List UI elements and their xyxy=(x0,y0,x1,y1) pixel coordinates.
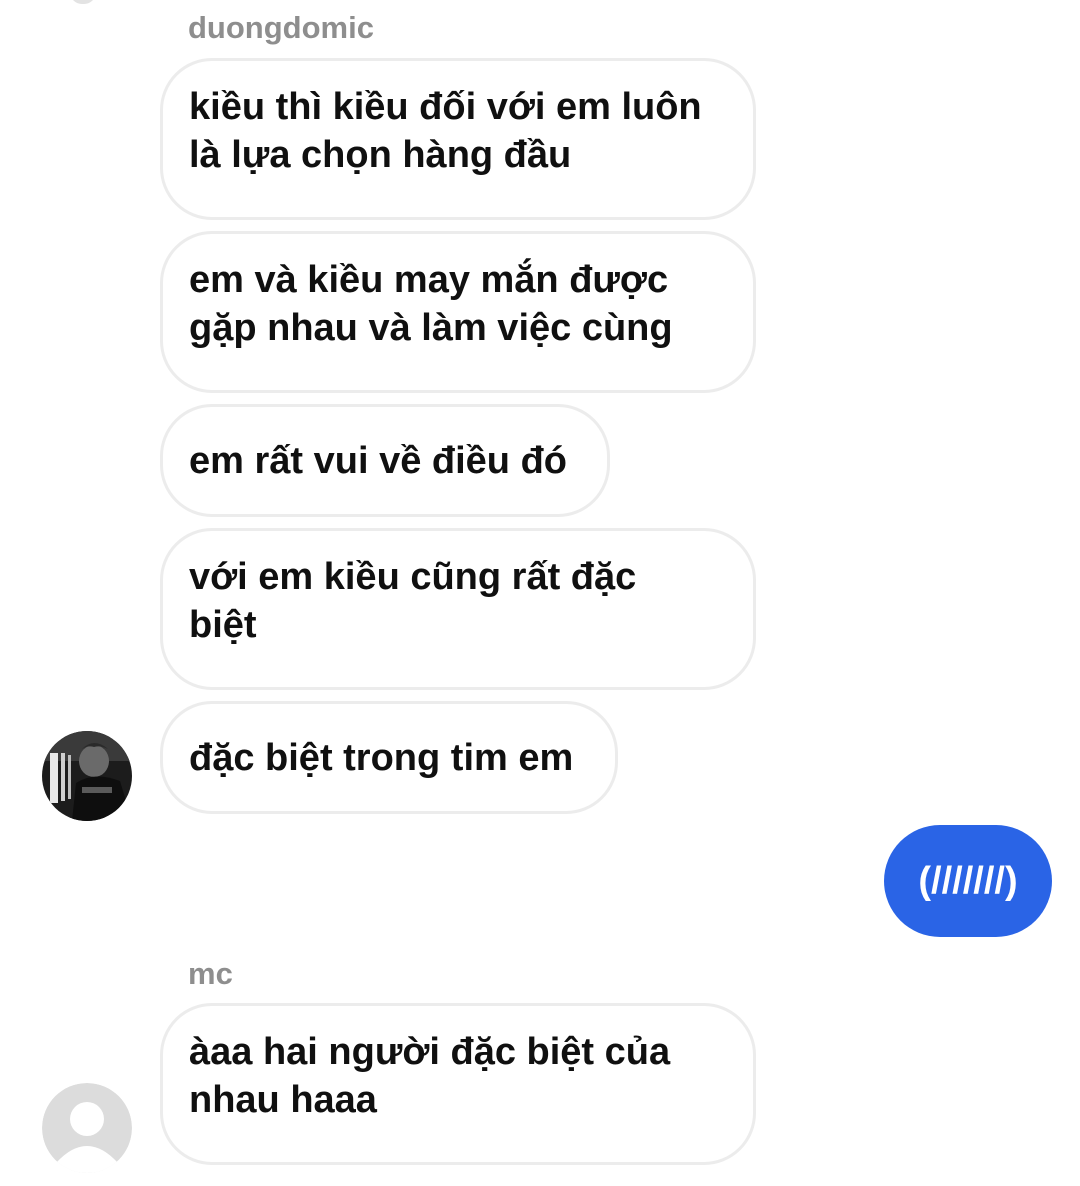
message-text: àaa hai người đặc biệt của nhau haaa xyxy=(189,1031,671,1121)
incoming-message-bubble[interactable]: kiều thì kiều đối với em luôn là lựa chọ… xyxy=(160,58,756,220)
outgoing-message-bubble[interactable]: (///////) xyxy=(884,825,1052,937)
chat-thread: duongdomic kiều thì kiều đối với em luôn… xyxy=(0,0,1080,1186)
user-photo-avatar[interactable] xyxy=(42,731,132,821)
message-text: kiều thì kiều đối với em luôn là lựa chọ… xyxy=(189,86,702,176)
sender-name: mc xyxy=(188,956,233,991)
incoming-message-bubble[interactable]: em và kiều may mắn được gặp nhau và làm … xyxy=(160,231,756,393)
incoming-message-bubble[interactable]: àaa hai người đặc biệt của nhau haaa xyxy=(160,1003,756,1165)
previous-avatar-edge xyxy=(70,0,96,4)
message-text: (///////) xyxy=(918,860,1018,902)
message-text: với em kiều cũng rất đặc biệt xyxy=(189,556,637,646)
incoming-message-bubble[interactable]: em rất vui về điều đó xyxy=(160,404,610,517)
incoming-message-bubble[interactable]: đặc biệt trong tim em xyxy=(160,701,618,814)
incoming-message-bubble[interactable]: với em kiều cũng rất đặc biệt xyxy=(160,528,756,690)
user-photo-avatar-image xyxy=(42,731,132,821)
default-user-avatar-icon[interactable] xyxy=(42,1083,132,1173)
message-text: em rất vui về điều đó xyxy=(189,440,567,482)
message-text: em và kiều may mắn được gặp nhau và làm … xyxy=(189,259,673,349)
person-icon xyxy=(42,1083,132,1173)
message-text: đặc biệt trong tim em xyxy=(189,737,574,779)
sender-name: duongdomic xyxy=(188,10,374,45)
